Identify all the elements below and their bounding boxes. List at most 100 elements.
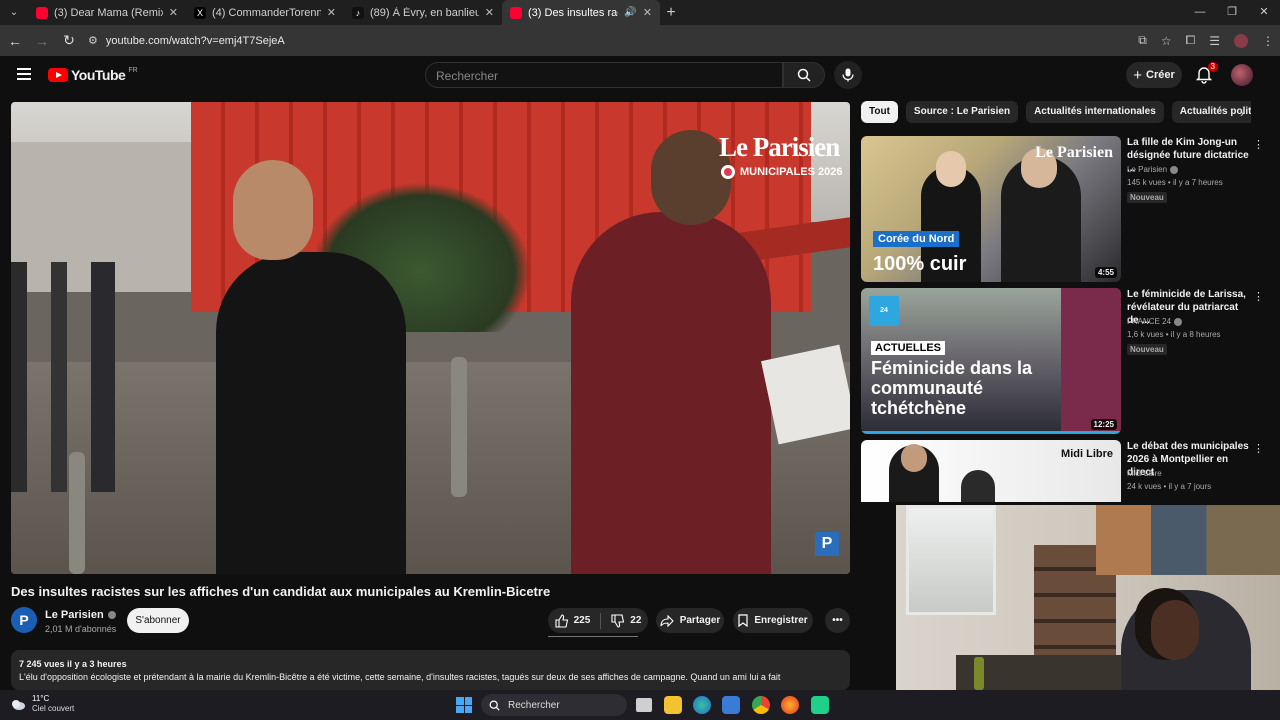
like-count: 225 bbox=[573, 615, 591, 626]
window-controls: — ❐ ✕ bbox=[1184, 0, 1280, 25]
more-actions-button[interactable]: ••• bbox=[825, 608, 850, 633]
verified-icon bbox=[1170, 165, 1179, 174]
subscriber-count: 2,01 M d'abonnés bbox=[45, 624, 117, 634]
menu-icon[interactable] bbox=[17, 68, 31, 80]
video-frame-crowd bbox=[11, 262, 211, 492]
youtube-favicon-icon bbox=[510, 6, 522, 19]
youtube-play-icon bbox=[48, 68, 68, 82]
thumbnail-caption: 100% cuir bbox=[873, 253, 967, 275]
browser-tab[interactable]: X (4) CommanderTorenn ✝️ sur X ✕ bbox=[186, 0, 344, 25]
close-icon[interactable]: ✕ bbox=[643, 6, 652, 19]
video-frame-bollard bbox=[451, 357, 467, 497]
new-badge: Nouveau bbox=[1127, 192, 1167, 203]
firefox-icon[interactable] bbox=[781, 696, 799, 714]
recommendation-channel[interactable]: Le Parisien bbox=[1127, 165, 1179, 174]
video-frame-bollard bbox=[69, 452, 85, 574]
channel-text: FRANCE 24 bbox=[1127, 317, 1172, 326]
bookmark-icon bbox=[738, 614, 748, 627]
back-icon[interactable]: ← bbox=[3, 33, 27, 49]
dislike-button[interactable]: 22 bbox=[611, 613, 641, 628]
search-button[interactable] bbox=[783, 62, 825, 88]
minimize-icon[interactable]: — bbox=[1184, 0, 1216, 25]
account-avatar[interactable] bbox=[1231, 64, 1253, 86]
browser-tab-strip: ⌄ (3) Dear Mama (Remix) - YouTu ✕ X (4) … bbox=[0, 0, 1280, 25]
more-vertical-icon[interactable]: ⋮ bbox=[1253, 138, 1264, 151]
recommendation-thumbnail[interactable]: 24 ACTUELLES Féminicide dans la communau… bbox=[861, 288, 1121, 434]
mail-icon[interactable] bbox=[722, 696, 740, 714]
new-tab-button[interactable]: + bbox=[660, 4, 682, 22]
channel-name[interactable]: Le Parisien bbox=[45, 609, 116, 621]
url-field[interactable]: ⚙ youtube.com/watch?v=emj4T7SejeA bbox=[78, 29, 1168, 52]
webcam-person-head bbox=[1151, 600, 1199, 660]
subscribe-button[interactable]: S'abonner bbox=[127, 608, 189, 633]
channel-avatar[interactable]: P bbox=[11, 607, 37, 633]
thumbs-down-icon bbox=[611, 613, 625, 628]
tab-title: (89) À Évry, en banlieue parisien bbox=[370, 6, 479, 19]
forward-icon[interactable]: → bbox=[30, 33, 54, 49]
plus-icon: + bbox=[1133, 66, 1142, 84]
install-app-icon[interactable]: ⧉ bbox=[1138, 33, 1147, 48]
chip-all[interactable]: Tout bbox=[861, 101, 898, 123]
extensions-icon[interactable]: ⧠ bbox=[1186, 33, 1196, 48]
webcam-overlay bbox=[896, 505, 1280, 690]
recommendation-item[interactable]: Midi Libre Le débat des municipales 2026… bbox=[861, 440, 1264, 502]
file-explorer-icon[interactable] bbox=[664, 696, 682, 714]
youtube-header: YouTube FR Rechercher + Créer 3 bbox=[0, 56, 1280, 96]
share-label: Partager bbox=[679, 615, 721, 626]
youtube-logo[interactable]: YouTube FR bbox=[48, 67, 138, 83]
tab-groups-icon[interactable]: ☰ bbox=[1209, 34, 1220, 48]
recommendation-thumbnail[interactable]: Le Parisien Corée du Nord 100% cuir 4:55 bbox=[861, 136, 1121, 282]
temperature: 11°C bbox=[32, 694, 50, 703]
tab-title: (4) CommanderTorenn ✝️ sur X bbox=[212, 7, 321, 19]
close-icon[interactable]: ✕ bbox=[327, 6, 336, 19]
site-info-icon[interactable]: ⚙ bbox=[88, 34, 98, 47]
save-button[interactable]: Enregistrer bbox=[733, 608, 813, 633]
search-icon bbox=[489, 700, 500, 711]
taskbar-search-label: Rechercher bbox=[508, 699, 560, 711]
browser-tab-active[interactable]: (3) Des insultes racistes sur 🔊 ✕ bbox=[502, 0, 660, 25]
more-vertical-icon[interactable]: ⋮ bbox=[1253, 290, 1264, 303]
description-box[interactable]: 7 245 vues il y a 3 heures L'élu d'oppos… bbox=[11, 650, 850, 690]
edge-icon[interactable] bbox=[693, 696, 711, 714]
recommendation-channel[interactable]: FRANCE 24 bbox=[1127, 317, 1183, 326]
task-view-icon[interactable] bbox=[636, 698, 652, 712]
profile-avatar[interactable] bbox=[1234, 33, 1248, 48]
bookmark-star-icon[interactable]: ☆ bbox=[1161, 34, 1172, 48]
close-icon[interactable]: ✕ bbox=[485, 6, 494, 19]
browser-tab[interactable]: (3) Dear Mama (Remix) - YouTu ✕ bbox=[28, 0, 186, 25]
chrome-icon[interactable] bbox=[752, 696, 770, 714]
taskbar-search[interactable]: Rechercher bbox=[481, 694, 627, 716]
chevron-right-icon[interactable]: › bbox=[1240, 106, 1244, 120]
filter-chips: Tout Source : Le Parisien Actualités int… bbox=[861, 101, 1251, 123]
speaker-icon[interactable]: 🔊 bbox=[624, 7, 636, 18]
tab-search-button[interactable]: ⌄ bbox=[0, 0, 28, 25]
france24-logo-icon: 24 bbox=[869, 296, 899, 326]
windows-start-icon[interactable] bbox=[456, 697, 472, 713]
voice-search-button[interactable] bbox=[834, 61, 862, 89]
share-button[interactable]: Partager bbox=[656, 608, 724, 633]
video-duration: 4:55 bbox=[1094, 267, 1117, 278]
video-player[interactable]: Le Parisien MUNICIPALES 2026 P bbox=[11, 102, 850, 574]
browser-menu-icon[interactable]: ⋮ bbox=[1262, 34, 1274, 48]
like-button[interactable]: 225 bbox=[555, 613, 591, 628]
notifications-button[interactable]: 3 bbox=[1194, 62, 1218, 86]
search-input[interactable]: Rechercher bbox=[425, 62, 783, 88]
restore-icon[interactable]: ❐ bbox=[1216, 0, 1248, 25]
chip-source[interactable]: Source : Le Parisien bbox=[905, 101, 1019, 123]
recommendation-channel[interactable]: Midi Libre bbox=[1127, 469, 1162, 478]
watermark-sub-text: MUNICIPALES 2026 bbox=[740, 166, 843, 178]
recommendation-item[interactable]: Le Parisien Corée du Nord 100% cuir 4:55… bbox=[861, 136, 1264, 282]
create-button[interactable]: + Créer bbox=[1126, 62, 1182, 88]
tab-title: (3) Dear Mama (Remix) - YouTu bbox=[54, 6, 163, 19]
browser-tab[interactable]: ♪ (89) À Évry, en banlieue parisien ✕ bbox=[344, 0, 502, 25]
close-window-icon[interactable]: ✕ bbox=[1248, 0, 1280, 25]
close-icon[interactable]: ✕ bbox=[169, 6, 178, 19]
channel-text: Le Parisien bbox=[1127, 165, 1168, 174]
share-icon bbox=[660, 614, 674, 627]
more-vertical-icon[interactable]: ⋮ bbox=[1253, 442, 1264, 455]
recommendation-item[interactable]: 24 ACTUELLES Féminicide dans la communau… bbox=[861, 288, 1264, 434]
recommendation-thumbnail[interactable]: Midi Libre bbox=[861, 440, 1121, 502]
chip-international-news[interactable]: Actualités internationales bbox=[1026, 101, 1164, 123]
app-icon[interactable] bbox=[811, 696, 829, 714]
weather-widget[interactable]: 11°C Ciel couvert bbox=[10, 694, 74, 714]
